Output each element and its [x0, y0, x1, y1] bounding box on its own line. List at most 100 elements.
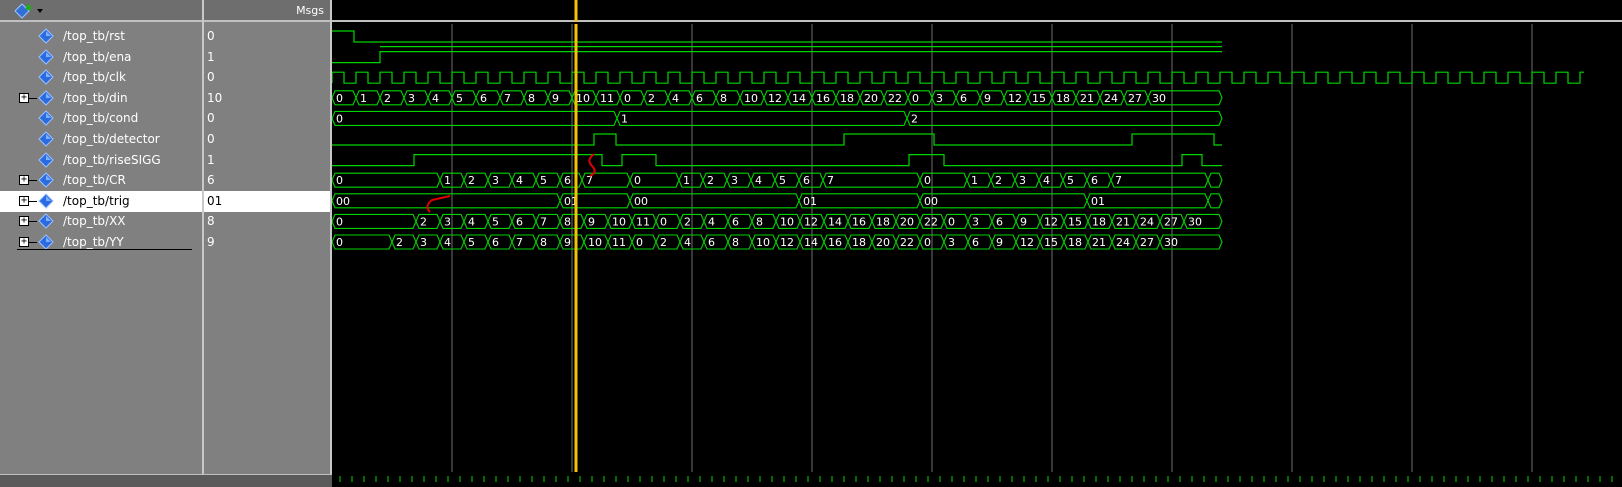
bus-value-label: 4: [708, 215, 715, 228]
bus-value-label: 10: [588, 236, 602, 249]
expand-icon[interactable]: +: [19, 92, 29, 103]
bus-value-label: 2: [420, 215, 427, 228]
value-row[interactable]: 6: [204, 170, 330, 191]
bus-value-label: 9: [564, 236, 571, 249]
bus-value-label: 4: [684, 236, 691, 249]
bus-value-label: 3: [948, 236, 955, 249]
waveform-area[interactable]: 0 1 2 3 4 5 6 7 8 9 10 11 0 2 4 6 8 10 12 14 16 18 20 22 0 3 6 9 12 1…: [332, 24, 1622, 472]
value-row[interactable]: 9: [204, 232, 330, 253]
bus-value-label: 24: [1116, 236, 1130, 249]
bus-value-label: 2: [396, 236, 403, 249]
value-row[interactable]: 10: [204, 88, 330, 109]
bus-value-label: 24: [1104, 92, 1118, 105]
bus-value-label: 12: [768, 92, 782, 105]
signal-value: 1: [207, 152, 215, 167]
signal-diamond-icon: [38, 48, 54, 65]
signal-value: 10: [207, 90, 223, 105]
bus-value-label: 1: [683, 174, 690, 187]
bus-value-label: 2: [684, 215, 691, 228]
bus-value-label: 3: [444, 215, 451, 228]
signal-name: /top_tb/rst: [63, 29, 125, 43]
bus-value-label: 01: [1091, 195, 1105, 208]
bus-value-label: 0: [660, 215, 667, 228]
signal-row[interactable]: + /top_tb/YY: [0, 232, 202, 253]
signal-row[interactable]: + /top_tb/din: [0, 88, 202, 109]
value-row[interactable]: 0: [204, 26, 330, 47]
signal-value: 8: [207, 214, 215, 229]
signal-row[interactable]: /top_tb/clk: [0, 67, 202, 88]
signal-name: /top_tb/XX: [63, 214, 126, 229]
bus-value-label: 27: [1128, 92, 1142, 105]
bus-value-label: 4: [516, 174, 523, 187]
signal-row[interactable]: + /top_tb/XX: [0, 211, 202, 232]
value-row[interactable]: 01: [204, 190, 330, 212]
signal-row[interactable]: + /top_tb/trig: [0, 190, 202, 212]
bus-value-label: 12: [1008, 92, 1022, 105]
bus-value-label: 27: [1164, 215, 1178, 228]
bus-value-label: 18: [876, 215, 890, 228]
signal-diamond-icon: [38, 172, 54, 188]
bus-value-label: 9: [588, 215, 595, 228]
bus-value-label: 0: [634, 174, 641, 187]
signal-value: 0: [207, 132, 215, 146]
names-header: [0, 0, 202, 22]
bus-value-label: 1: [360, 92, 367, 105]
signal-diamond-icon: [38, 110, 54, 127]
bus-value-label: 8: [540, 236, 547, 249]
bus-value-label: 8: [564, 215, 571, 228]
bus-value-label: 7: [516, 236, 523, 249]
value-row[interactable]: 8: [204, 211, 330, 232]
signal-diamond-icon: [38, 131, 54, 147]
bus-value-label: 10: [612, 215, 626, 228]
expand-icon[interactable]: +: [19, 237, 29, 247]
signal-row[interactable]: /top_tb/detector: [0, 129, 202, 150]
bus-segment: [616, 110, 908, 126]
bus-value-label: 1: [444, 174, 451, 187]
expand-icon[interactable]: +: [19, 175, 29, 186]
value-row[interactable]: 1: [204, 47, 330, 68]
signal-row[interactable]: /top_tb/riseSIGG: [0, 150, 202, 171]
signal-wave: [332, 154, 1222, 167]
bus-value-label: 5: [492, 215, 499, 228]
bus-value-label: 0: [336, 236, 343, 249]
tree-line: [29, 180, 37, 182]
signal-row[interactable]: /top_tb/ena: [0, 47, 202, 68]
bus-value-label: 30: [1164, 236, 1178, 249]
expand-icon[interactable]: +: [19, 195, 29, 206]
signal-value: 6: [207, 173, 215, 188]
signal-name: /top_tb/detector: [63, 132, 160, 146]
bus-value-label: 6: [960, 92, 967, 105]
bus-value-label: 4: [1043, 174, 1050, 187]
bus-segment: [1110, 172, 1209, 188]
signal-value: 0: [207, 70, 215, 85]
bus-value-label: 6: [516, 215, 523, 228]
bus-segment: [906, 110, 1223, 126]
clk-wave: [332, 71, 1584, 84]
bus-value-label: 6: [696, 92, 703, 105]
expand-icon[interactable]: +: [19, 216, 29, 227]
bus-value-label: 4: [672, 92, 679, 105]
bus-value-label: 16: [828, 236, 842, 249]
bus-value-label: 10: [576, 92, 590, 105]
bus-value-label: 10: [780, 215, 794, 228]
bus-value-label: 21: [1092, 236, 1106, 249]
signal-row[interactable]: + /top_tb/CR: [0, 170, 202, 191]
bus-value-label: 1: [971, 174, 978, 187]
value-row[interactable]: 0: [204, 108, 330, 129]
signal-wave: [332, 30, 1222, 43]
signal-row[interactable]: /top_tb/rst: [0, 26, 202, 47]
value-row[interactable]: 0: [204, 129, 330, 150]
bus-value-label: 2: [911, 112, 918, 125]
bus-value-label: 0: [924, 174, 931, 187]
bus-value-label: 7: [827, 174, 834, 187]
signal-name: /top_tb/ena: [63, 49, 132, 64]
bus-value-label: 6: [564, 174, 571, 187]
signal-name: /top_tb/clk: [63, 70, 126, 85]
value-row[interactable]: 1: [204, 150, 330, 171]
value-row[interactable]: 0: [204, 67, 330, 88]
bus-value-label: 3: [492, 174, 499, 187]
bus-value-label: 6: [1091, 174, 1098, 187]
bus-value-label: 00: [634, 195, 648, 208]
wave-menu-icon[interactable]: [13, 3, 47, 19]
signal-row[interactable]: /top_tb/cond: [0, 108, 202, 129]
